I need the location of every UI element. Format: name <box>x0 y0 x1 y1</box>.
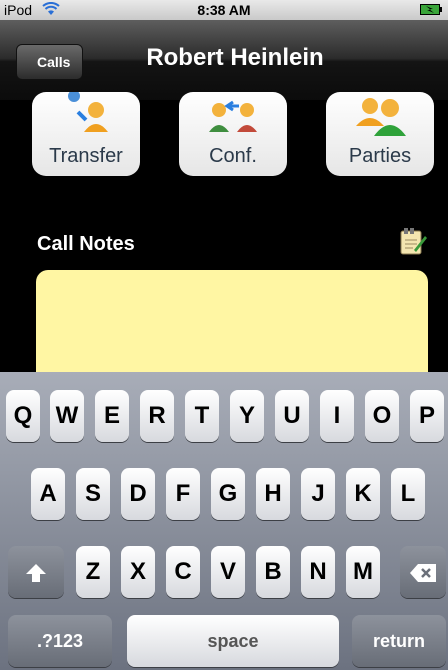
status-time: 8:38 AM <box>197 2 251 18</box>
key-m[interactable]: M <box>346 546 380 598</box>
numbers-key[interactable]: .?123 <box>8 615 112 667</box>
parties-icon <box>356 98 406 136</box>
key-i[interactable]: I <box>320 390 354 442</box>
navigation-bar: Calls Robert Heinlein <box>0 20 448 100</box>
key-s[interactable]: S <box>76 468 110 520</box>
keyboard: Q W E R T Y U I O P A S D F G H J K L Z … <box>0 372 448 670</box>
key-d[interactable]: D <box>121 468 155 520</box>
transfer-label: Transfer <box>49 145 123 167</box>
conference-label: Conf. <box>209 145 257 167</box>
key-p[interactable]: P <box>410 390 444 442</box>
key-c[interactable]: C <box>166 546 200 598</box>
key-n[interactable]: N <box>301 546 335 598</box>
parties-label: Parties <box>348 145 412 167</box>
key-q[interactable]: Q <box>6 390 40 442</box>
key-z[interactable]: Z <box>76 546 110 598</box>
key-r[interactable]: R <box>140 390 174 442</box>
key-f[interactable]: F <box>166 468 200 520</box>
key-w[interactable]: W <box>50 390 84 442</box>
key-o[interactable]: O <box>365 390 399 442</box>
call-notes-heading: Call Notes <box>37 233 135 255</box>
shift-arrow-icon <box>26 564 46 583</box>
key-x[interactable]: X <box>121 546 155 598</box>
key-k[interactable]: K <box>346 468 380 520</box>
key-b[interactable]: B <box>256 546 290 598</box>
page-title: Robert Heinlein <box>146 44 324 71</box>
backspace-icon <box>410 564 436 583</box>
key-u[interactable]: U <box>275 390 309 442</box>
backspace-key[interactable] <box>400 546 446 598</box>
space-key[interactable]: space <box>127 615 339 667</box>
notes-edit-icon[interactable] <box>398 226 428 256</box>
transfer-button[interactable]: Transfer <box>32 92 140 176</box>
key-v[interactable]: V <box>211 546 245 598</box>
battery-charging-icon <box>420 4 442 15</box>
conference-button[interactable]: Conf. <box>179 92 287 176</box>
key-y[interactable]: Y <box>230 390 264 442</box>
return-key[interactable]: return <box>352 615 446 667</box>
key-e[interactable]: E <box>95 390 129 442</box>
key-a[interactable]: A <box>31 468 65 520</box>
key-j[interactable]: J <box>301 468 335 520</box>
key-l[interactable]: L <box>391 468 425 520</box>
parties-button[interactable]: Parties <box>326 92 434 176</box>
status-bar: iPod 8:38 AM <box>0 0 448 20</box>
shift-key[interactable] <box>8 546 64 598</box>
key-h[interactable]: H <box>256 468 290 520</box>
key-g[interactable]: G <box>211 468 245 520</box>
transfer-icon <box>68 92 108 132</box>
back-button-calls[interactable]: Calls <box>16 44 84 80</box>
conference-icon <box>209 100 257 132</box>
key-t[interactable]: T <box>185 390 219 442</box>
